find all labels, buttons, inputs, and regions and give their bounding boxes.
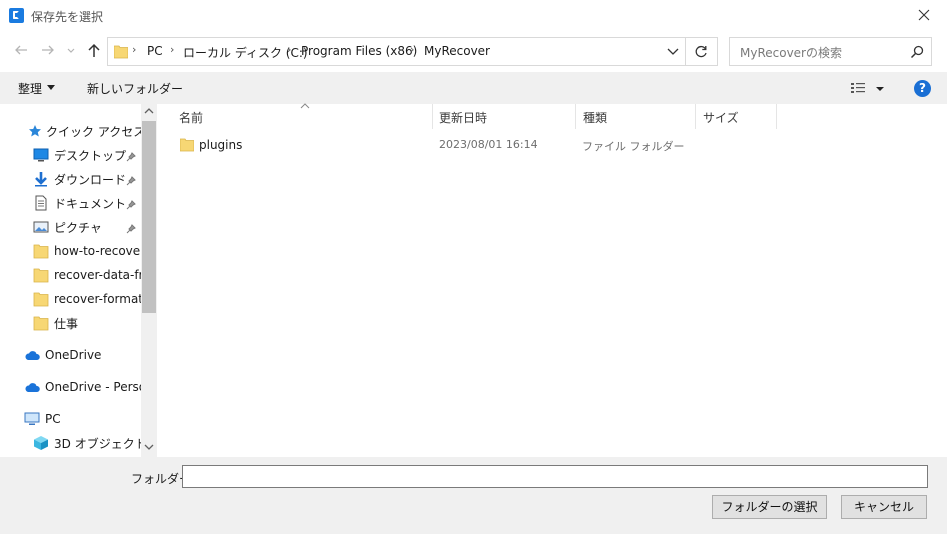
breadcrumb-pc[interactable]: PC (147, 44, 163, 58)
change-view-button[interactable] (849, 81, 889, 97)
search-box[interactable]: MyRecoverの検索 (729, 37, 932, 66)
nav-label: ピクチャ (54, 220, 102, 235)
app-icon (9, 8, 24, 23)
nav-label: ドキュメント (54, 196, 127, 211)
column-header-modified[interactable]: 更新日時 (423, 104, 566, 129)
search-input[interactable]: MyRecoverの検索 (740, 44, 842, 61)
refresh-icon[interactable] (693, 44, 709, 60)
search-icon[interactable] (910, 45, 924, 59)
cancel-button[interactable]: キャンセル (841, 495, 927, 519)
cloud-icon (25, 383, 40, 392)
nav-label: ダウンロード (54, 172, 127, 187)
folder-field[interactable] (182, 465, 928, 488)
folder-icon (33, 244, 49, 259)
desktop-icon (33, 148, 49, 162)
footer-panel: フォルダー: フォルダーの選択 キャンセル (0, 457, 947, 534)
folder-icon (180, 138, 194, 152)
arrow-up-icon (88, 43, 100, 57)
chevron-down-icon[interactable] (666, 46, 680, 58)
nav-downloads[interactable]: ダウンロード (33, 168, 126, 190)
nav-scrollbar[interactable] (141, 104, 157, 457)
nav-folder-work[interactable]: 仕事 (33, 312, 78, 334)
column-header-size[interactable]: サイズ (687, 104, 767, 129)
nav-label: デスクトップ (54, 148, 127, 163)
nav-label: recover-formatte (54, 292, 156, 306)
folder-icon (33, 316, 49, 331)
cloud-icon (25, 351, 40, 360)
nav-label: 3D オブジェクト (54, 436, 147, 451)
nav-3d-objects[interactable]: 3D オブジェクト (33, 432, 147, 454)
cube-icon (34, 436, 48, 450)
computer-icon (24, 412, 40, 425)
nav-pc[interactable]: PC (24, 408, 61, 430)
title-bar: 保存先を選択 (0, 0, 947, 32)
navigation-row: › PC › ローカル ディスク (C:) › Program Files (x… (0, 32, 947, 70)
column-header-name[interactable]: 名前 (163, 104, 432, 129)
file-name[interactable]: plugins (199, 138, 242, 152)
back-button[interactable] (13, 42, 29, 58)
nav-label: recover-data-fro (54, 268, 151, 282)
breadcrumb-separator[interactable]: › (287, 43, 291, 56)
document-icon (35, 195, 47, 211)
close-button[interactable] (901, 0, 947, 32)
breadcrumb-program-files[interactable]: Program Files (x86) (301, 44, 417, 58)
pin-icon[interactable] (126, 152, 136, 162)
nav-pictures[interactable]: ピクチャ (33, 216, 102, 238)
file-type: ファイル フォルダー (582, 140, 685, 153)
nav-label: 仕事 (54, 316, 79, 331)
chevron-down-icon[interactable] (144, 442, 154, 452)
address-bar[interactable]: › PC › ローカル ディスク (C:) › Program Files (x… (107, 37, 718, 66)
picture-icon (33, 221, 49, 233)
nav-folder-recover-data[interactable]: recover-data-fro (33, 264, 151, 286)
pin-icon[interactable] (126, 224, 136, 234)
nav-label: OneDrive (45, 348, 102, 362)
breadcrumb-separator[interactable]: › (170, 43, 174, 56)
recent-locations-button[interactable] (66, 42, 76, 58)
pin-icon[interactable] (126, 200, 136, 210)
close-icon (918, 9, 930, 21)
new-folder-button[interactable]: 新しいフォルダー (87, 80, 183, 97)
nav-label: PC (45, 412, 61, 426)
star-icon (29, 125, 41, 137)
file-row[interactable]: plugins 2023/08/01 16:14 ファイル フォルダー (161, 134, 943, 156)
nav-label: クイック アクセス (46, 124, 146, 139)
folder-icon (114, 45, 128, 59)
help-button[interactable]: ? (914, 80, 931, 97)
breadcrumb-separator[interactable]: › (132, 43, 136, 56)
command-bar: 整理 新しいフォルダー (0, 72, 947, 104)
folder-icon (33, 268, 49, 283)
breadcrumb-separator[interactable]: › (410, 43, 414, 56)
caret-down-icon[interactable] (47, 85, 55, 90)
chevron-down-icon (67, 48, 75, 53)
pin-icon[interactable] (126, 176, 136, 186)
nav-folder-how-to-recover[interactable]: how-to-recover- (33, 240, 149, 262)
folder-icon (33, 292, 49, 307)
column-divider[interactable] (776, 104, 777, 129)
nav-desktop[interactable]: デスクトップ (33, 144, 126, 166)
select-folder-button[interactable]: フォルダーの選択 (712, 495, 827, 519)
chevron-up-icon[interactable] (144, 106, 154, 116)
column-header-type[interactable]: 種類 (567, 104, 685, 129)
nav-documents[interactable]: ドキュメント (33, 192, 126, 214)
nav-label: how-to-recover- (54, 244, 149, 258)
nav-quick-access[interactable]: クイック アクセス (28, 120, 145, 142)
download-icon (35, 172, 47, 187)
divider (685, 38, 686, 65)
arrow-right-icon (42, 45, 54, 55)
arrow-left-icon (15, 45, 27, 55)
file-modified: 2023/08/01 16:14 (439, 138, 538, 151)
breadcrumb-myrecover[interactable]: MyRecover (424, 44, 490, 58)
nav-label: OneDrive - Person (45, 380, 154, 394)
nav-folder-recover-formatted[interactable]: recover-formatte (33, 288, 155, 310)
window-title: 保存先を選択 (31, 10, 104, 24)
forward-button[interactable] (40, 42, 56, 58)
organize-button[interactable]: 整理 (18, 80, 42, 97)
nav-onedrive[interactable]: OneDrive (24, 344, 101, 366)
details-view-icon (851, 83, 884, 93)
scrollbar-thumb[interactable] (142, 121, 156, 313)
up-button[interactable] (86, 42, 102, 58)
file-list: 名前 更新日時 種類 サイズ plugins 2023/08/01 16:14 … (161, 103, 943, 457)
nav-onedrive-personal[interactable]: OneDrive - Person (24, 376, 154, 398)
navigation-pane: クイック アクセス デスクトップ ダウンロード ドキュメント ピクチャ how-… (0, 104, 157, 457)
